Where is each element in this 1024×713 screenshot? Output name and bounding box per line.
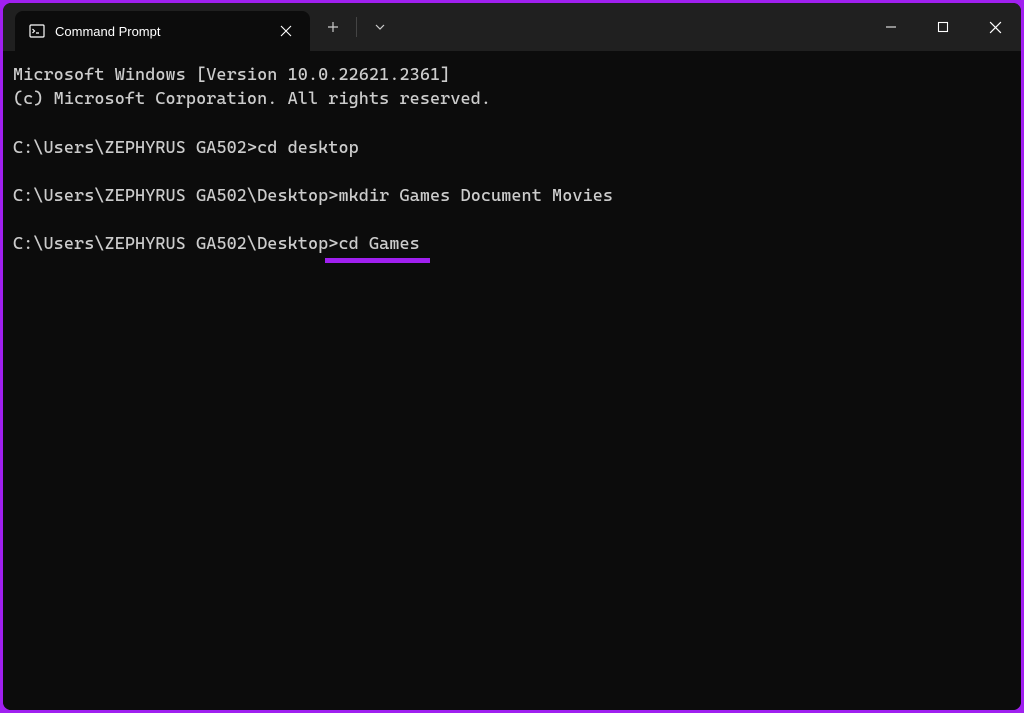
terminal-line: (c) Microsoft Corporation. All rights re…: [13, 87, 1011, 111]
terminal-line: C:\Users\ZEPHYRUS GA502\Desktop>mkdir Ga…: [13, 184, 1011, 208]
terminal-line: Microsoft Windows [Version 10.0.22621.23…: [13, 63, 1011, 87]
command-text: cd desktop: [257, 138, 359, 158]
window-controls: [865, 3, 1021, 51]
maximize-button[interactable]: [917, 3, 969, 51]
tab-divider: [356, 17, 357, 37]
new-tab-button[interactable]: [316, 10, 350, 44]
command-text: mkdir Games Document Movies: [338, 186, 613, 206]
active-tab[interactable]: Command Prompt: [15, 11, 310, 51]
terminal-blank: [13, 208, 1011, 232]
close-tab-button[interactable]: [274, 19, 298, 43]
cmd-icon: [29, 23, 45, 39]
minimize-button[interactable]: [865, 3, 917, 51]
terminal-line: C:\Users\ZEPHYRUS GA502\Desktop>cd Games: [13, 232, 1011, 256]
terminal-blank: [13, 160, 1011, 184]
annotation-underline: [325, 258, 430, 263]
prompt: C:\Users\ZEPHYRUS GA502>: [13, 138, 257, 158]
terminal-line: C:\Users\ZEPHYRUS GA502>cd desktop: [13, 136, 1011, 160]
tab-dropdown-button[interactable]: [363, 10, 397, 44]
close-window-button[interactable]: [969, 3, 1021, 51]
terminal-blank: [13, 111, 1011, 135]
terminal-body[interactable]: Microsoft Windows [Version 10.0.22621.23…: [3, 51, 1021, 710]
command-text: cd Games: [338, 234, 419, 254]
prompt: C:\Users\ZEPHYRUS GA502\Desktop>: [13, 186, 338, 206]
tab-title: Command Prompt: [55, 24, 274, 39]
terminal-window: Command Prompt: [3, 3, 1021, 710]
highlighted-command: cd Games: [338, 232, 419, 256]
titlebar: Command Prompt: [3, 3, 1021, 51]
prompt: C:\Users\ZEPHYRUS GA502\Desktop>: [13, 234, 338, 254]
